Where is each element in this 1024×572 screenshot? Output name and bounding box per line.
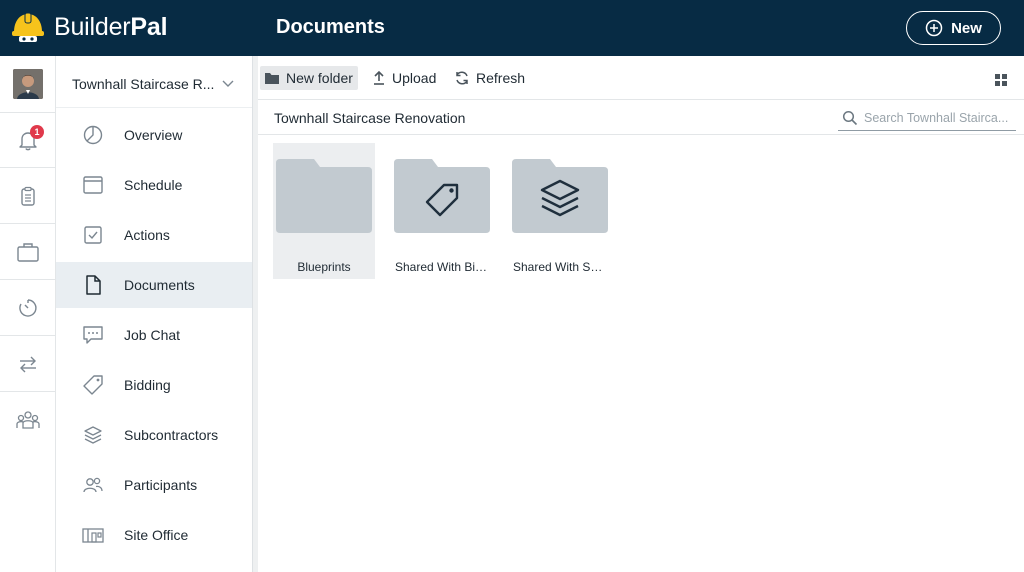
brand-name-light: Builder	[54, 12, 131, 41]
plus-circle-icon	[925, 19, 943, 37]
chat-icon	[82, 324, 104, 346]
project-selector[interactable]: Townhall Staircase R...	[56, 60, 252, 108]
search-icon	[842, 110, 858, 126]
top-bar: BuilderPal Documents New	[0, 0, 1024, 56]
notification-badge: 1	[30, 125, 44, 139]
folder-item-shared-with-sub[interactable]: Shared With Sub...	[509, 143, 611, 279]
nav-label-participants: Participants	[124, 477, 198, 493]
toolbar: New folder Upload Refresh	[258, 56, 1024, 100]
nav-label-bidding: Bidding	[124, 377, 171, 393]
rail-transfer[interactable]	[0, 336, 56, 392]
avatar[interactable]	[13, 69, 43, 99]
transfer-icon	[20, 356, 36, 372]
rail-team[interactable]	[0, 392, 56, 448]
rail-briefcase[interactable]	[0, 224, 56, 280]
nav-item-schedule[interactable]: Schedule	[56, 162, 252, 208]
nav-label-actions: Actions	[124, 227, 170, 243]
layers-icon	[82, 424, 104, 446]
nav-label-overview: Overview	[124, 127, 183, 143]
document-icon	[82, 274, 104, 296]
rail-clipboard[interactable]	[0, 168, 56, 224]
nav-item-documents[interactable]: Documents	[56, 262, 252, 308]
upload-label: Upload	[392, 70, 437, 86]
clipboard-icon	[21, 186, 35, 206]
breadcrumb[interactable]: Townhall Staircase Renovation	[274, 110, 465, 126]
nav-label-subcontractors: Subcontractors	[124, 427, 219, 443]
folder-tag-icon	[394, 159, 490, 233]
hardhat-logo-icon	[12, 12, 44, 42]
refresh-button[interactable]: Refresh	[450, 66, 529, 90]
avatar-image	[13, 69, 43, 99]
nav-label-schedule: Schedule	[124, 177, 183, 193]
people-icon	[82, 474, 104, 496]
rail-notifications[interactable]: 1	[0, 112, 56, 168]
chevron-down-icon	[222, 80, 234, 87]
page-title: Documents	[276, 16, 385, 38]
refresh-label: Refresh	[476, 70, 526, 86]
nav-item-subcontractors[interactable]: Subcontractors	[56, 412, 252, 458]
folder-item-blueprints[interactable]: Blueprints	[273, 143, 375, 279]
new-folder-button[interactable]: New folder	[260, 66, 358, 90]
nav-label-job-chat: Job Chat	[124, 327, 181, 343]
folder-name: Shared With Bid ...	[395, 260, 493, 274]
new-button-label: New	[951, 19, 982, 37]
nav-item-job-chat[interactable]: Job Chat	[56, 312, 252, 358]
tag-icon	[82, 374, 104, 396]
folder-item-shared-with-bid[interactable]: Shared With Bid ...	[391, 143, 493, 279]
briefcase-icon	[17, 242, 39, 262]
folder-icon	[276, 159, 372, 233]
search-input[interactable]	[864, 111, 1014, 125]
site-office-icon	[82, 524, 104, 546]
upload-button[interactable]: Upload	[368, 66, 440, 90]
timer-icon	[19, 298, 37, 317]
folder-layers-icon	[512, 159, 608, 233]
upload-icon	[374, 70, 384, 85]
nav-item-overview[interactable]: Overview	[56, 112, 252, 158]
calendar-icon	[82, 174, 104, 196]
folder-name: Blueprints	[297, 260, 351, 274]
nav-item-bidding[interactable]: Bidding	[56, 362, 252, 408]
grid-view-toggle[interactable]	[992, 71, 1010, 89]
nav-item-actions[interactable]: Actions	[56, 212, 252, 258]
checkbox-icon	[82, 224, 104, 246]
refresh-icon	[456, 71, 468, 85]
folder-grid: Blueprints Shared With Bid ... Shared Wi…	[258, 136, 1024, 572]
folder-icon	[265, 73, 279, 84]
nav-label-documents: Documents	[124, 277, 195, 293]
new-button[interactable]: New	[906, 11, 1001, 45]
new-folder-label: New folder	[286, 70, 353, 86]
pie-chart-icon	[82, 124, 104, 146]
search-box[interactable]	[838, 106, 1016, 131]
brand-name-bold: Pal	[130, 12, 168, 41]
team-icon	[16, 411, 40, 429]
rail-timer[interactable]	[0, 280, 56, 336]
brand-logo[interactable]: BuilderPal	[11, 9, 168, 45]
brand-name: BuilderPal	[54, 12, 168, 42]
folder-name: Shared With Sub...	[513, 260, 611, 274]
project-name: Townhall Staircase R...	[72, 75, 215, 92]
nav-item-site-office[interactable]: Site Office	[56, 512, 252, 558]
nav-label-site-office: Site Office	[124, 527, 189, 543]
nav-item-participants[interactable]: Participants	[56, 462, 252, 508]
grid-view-icon	[995, 74, 1007, 86]
icon-rail: 1	[0, 56, 56, 572]
